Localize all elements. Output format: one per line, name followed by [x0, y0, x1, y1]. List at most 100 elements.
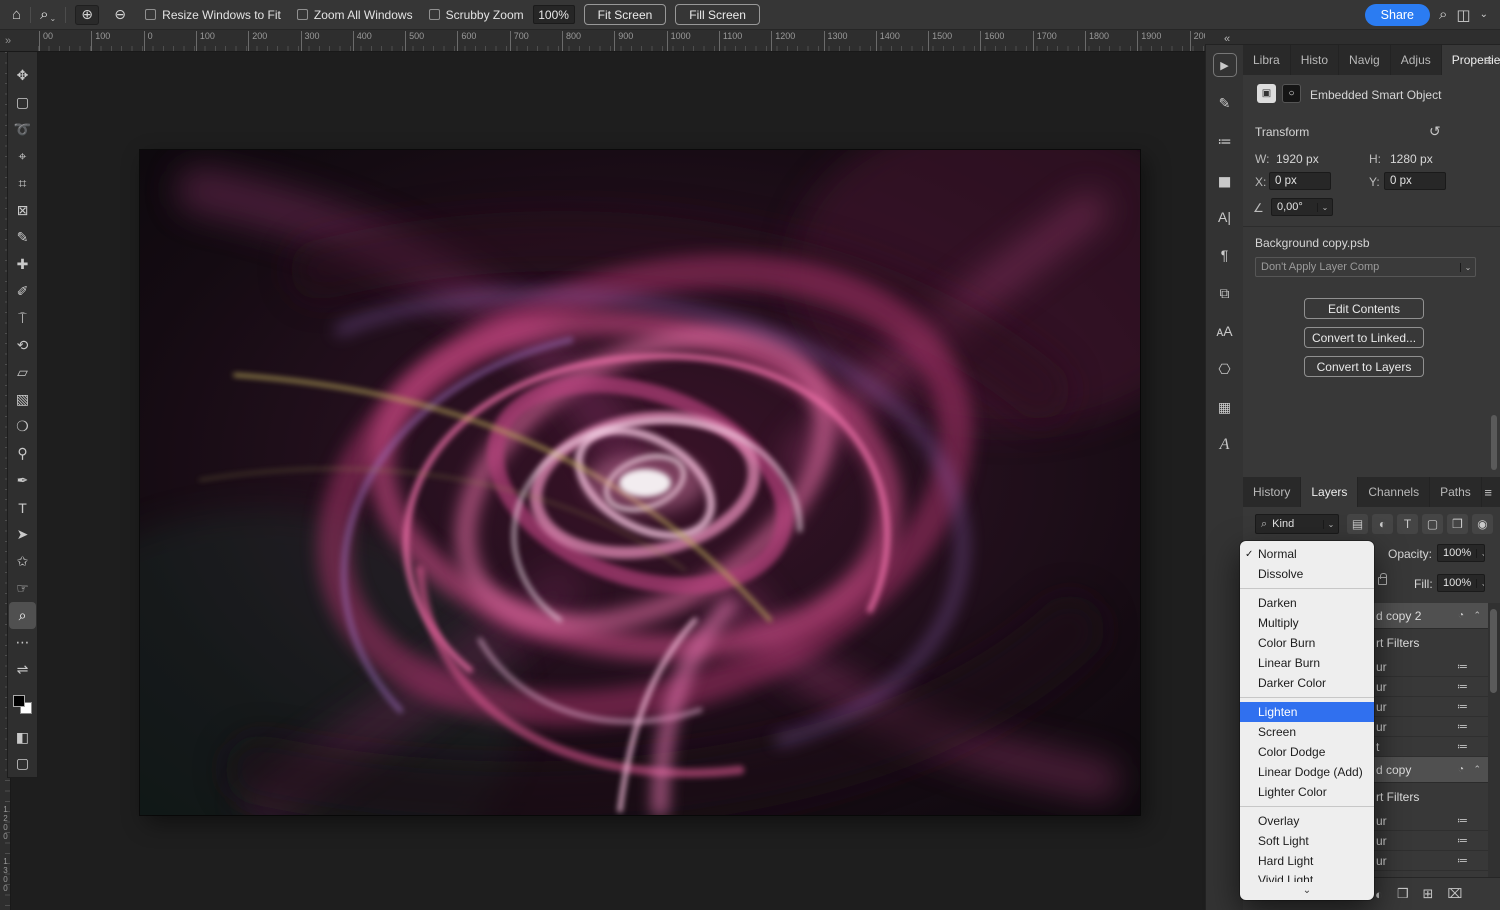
option-checkbox[interactable]: Resize Windows to Fit	[145, 8, 281, 22]
blend-mode-option[interactable]: Hard Light	[1240, 851, 1374, 871]
workspace-chevron-icon[interactable]: ⌄	[1480, 9, 1488, 20]
shape-tool[interactable]: ✩	[9, 548, 36, 575]
blend-mode-option[interactable]: ✓ Normal	[1240, 544, 1374, 564]
properties-tab[interactable]: Libra	[1243, 45, 1291, 75]
filter-options-icon[interactable]: ≔	[1457, 720, 1468, 733]
new-layer-button[interactable]: ⊞	[1423, 886, 1434, 902]
blur-tool[interactable]: ❍	[9, 413, 36, 440]
lock-icon[interactable]	[1378, 577, 1387, 585]
filter-type-layers[interactable]: T	[1397, 514, 1418, 534]
fit-screen-button[interactable]: Fit Screen	[584, 4, 667, 25]
object-selection-tool[interactable]: ⌖	[9, 143, 36, 170]
filter-pixel-layers[interactable]: ▤	[1347, 514, 1368, 534]
zoom-in-button[interactable]: ⊕	[75, 5, 99, 25]
pen-tool[interactable]: ✒	[9, 467, 36, 494]
zoom-out-button[interactable]: ⊖	[108, 5, 132, 25]
panel-character[interactable]: A|	[1213, 205, 1237, 229]
properties-tab[interactable]: Navig	[1339, 45, 1391, 75]
quick-mask-button[interactable]: ◧	[9, 724, 36, 750]
menu-scroll-down-icon[interactable]: ⌄	[1240, 882, 1374, 898]
clone-stamp-tool[interactable]: ⍑	[9, 305, 36, 332]
filter-options-icon[interactable]: ≔	[1457, 700, 1468, 713]
y-input[interactable]	[1384, 172, 1446, 190]
layers-tab[interactable]: Paths	[1430, 477, 1482, 507]
opacity-select[interactable]: 100% ⌄	[1437, 544, 1485, 562]
crop-tool[interactable]: ⌗	[9, 170, 36, 197]
scrollbar-thumb[interactable]	[1491, 415, 1497, 470]
option-checkbox[interactable]: Zoom All Windows	[297, 8, 413, 22]
blend-mode-option[interactable]: Screen	[1240, 722, 1374, 742]
smart-object-thumbnail[interactable]: ▣	[1257, 84, 1276, 103]
lasso-tool[interactable]: ➰	[9, 116, 36, 143]
eraser-tool[interactable]: ▱	[9, 359, 36, 386]
fill-screen-button[interactable]: Fill Screen	[675, 4, 760, 25]
layers-tab[interactable]: Layers	[1301, 477, 1358, 507]
blend-mode-option[interactable]: Vivid Light	[1240, 871, 1374, 882]
scrollbar-track[interactable]	[1488, 603, 1500, 877]
filter-toggle[interactable]: ◉	[1472, 514, 1493, 534]
panel-histogram[interactable]: ▅	[1213, 167, 1237, 191]
reset-transform-icon[interactable]: ↺	[1429, 123, 1441, 140]
edit-toolbar-ellipsis[interactable]: ⋯	[9, 629, 36, 656]
blend-mode-option[interactable]: Color Dodge	[1240, 742, 1374, 762]
properties-action-button[interactable]: Edit Contents	[1304, 298, 1424, 319]
height-value[interactable]: 1280 px	[1390, 152, 1433, 166]
panel-glyphs[interactable]: ᴀA	[1213, 319, 1237, 343]
expand-toolbar-icon[interactable]: »	[5, 35, 11, 47]
blend-mode-option[interactable]: Dissolve	[1240, 564, 1374, 584]
path-selection-tool[interactable]: ➤	[9, 521, 36, 548]
color-swatches[interactable]	[13, 695, 33, 714]
home-icon[interactable]: ⌂	[12, 6, 21, 23]
panel-actions[interactable]: ▶	[1213, 53, 1237, 77]
exchange-colors-icon[interactable]: ⇌	[9, 656, 36, 683]
gradient-tool[interactable]: ▧	[9, 386, 36, 413]
layers-tab[interactable]: Channels	[1358, 477, 1430, 507]
panel-3d[interactable]: ⎔	[1213, 357, 1237, 381]
blend-mode-option[interactable]: Soft Light	[1240, 831, 1374, 851]
option-checkbox[interactable]: Scrubby Zoom	[429, 8, 524, 22]
scrollbar-thumb[interactable]	[1490, 609, 1497, 693]
zoom-tool[interactable]: ⌕	[9, 602, 36, 629]
delete-layer-button[interactable]: ⌧	[1447, 886, 1462, 902]
panel-styles[interactable]: A	[1213, 433, 1237, 457]
blend-mode-option[interactable]: Lighter Color	[1240, 782, 1374, 802]
collapse-panels-icon[interactable]: «	[1224, 33, 1230, 45]
blend-mode-option[interactable]: Lighten	[1240, 702, 1374, 722]
hand-tool[interactable]: ☞	[9, 575, 36, 602]
filter-smart-objects[interactable]: ❒	[1447, 514, 1468, 534]
filter-adjustment-layers[interactable]: ◐	[1372, 514, 1393, 534]
share-button[interactable]: Share	[1365, 4, 1430, 26]
blend-mode-option[interactable]: Linear Burn	[1240, 653, 1374, 673]
blend-mode-option[interactable]: Multiply	[1240, 613, 1374, 633]
zoom-level-input[interactable]	[533, 5, 575, 24]
foreground-color-swatch[interactable]	[13, 695, 25, 707]
layers-tab[interactable]: History	[1243, 477, 1301, 507]
history-brush-tool[interactable]: ⟲	[9, 332, 36, 359]
panel-paragraph[interactable]: ¶	[1213, 243, 1237, 267]
blend-mode-option[interactable]: Darken	[1240, 593, 1374, 613]
properties-action-button[interactable]: Convert to Linked...	[1304, 327, 1424, 348]
filter-options-icon[interactable]: ≔	[1457, 660, 1468, 673]
properties-tab[interactable]: Adjus	[1391, 45, 1442, 75]
dodge-tool[interactable]: ⚲	[9, 440, 36, 467]
filter-options-icon[interactable]: ≔	[1457, 740, 1468, 753]
width-value[interactable]: 1920 px	[1276, 152, 1319, 166]
filter-options-icon[interactable]: ≔	[1457, 854, 1468, 867]
collapse-chevron-icon[interactable]: ⌃	[1473, 610, 1481, 621]
layer-filter-kind-select[interactable]: ⌕ Kind ⌄	[1255, 514, 1339, 534]
move-tool[interactable]: ✥	[9, 62, 36, 89]
search-icon[interactable]: ⌕	[1439, 6, 1447, 23]
layer-comp-select[interactable]: Don't Apply Layer Comp ⌄	[1255, 257, 1476, 277]
panel-menu-icon[interactable]: ≡	[1484, 53, 1492, 68]
blend-mode-option[interactable]: Darker Color	[1240, 673, 1374, 693]
filter-options-icon[interactable]: ≔	[1457, 814, 1468, 827]
blend-mode-option[interactable]: Overlay	[1240, 811, 1374, 831]
blend-mode-option[interactable]	[1240, 584, 1374, 593]
blend-mode-option[interactable]	[1240, 693, 1374, 702]
rectangular-marquee-tool[interactable]: ▢	[9, 89, 36, 116]
brush-tool[interactable]: ✐	[9, 278, 36, 305]
properties-tab[interactable]: Histo	[1291, 45, 1339, 75]
blend-mode-option[interactable]: Color Burn	[1240, 633, 1374, 653]
eyedropper-tool[interactable]: ✎	[9, 224, 36, 251]
mask-thumbnail[interactable]: ○	[1282, 84, 1301, 103]
